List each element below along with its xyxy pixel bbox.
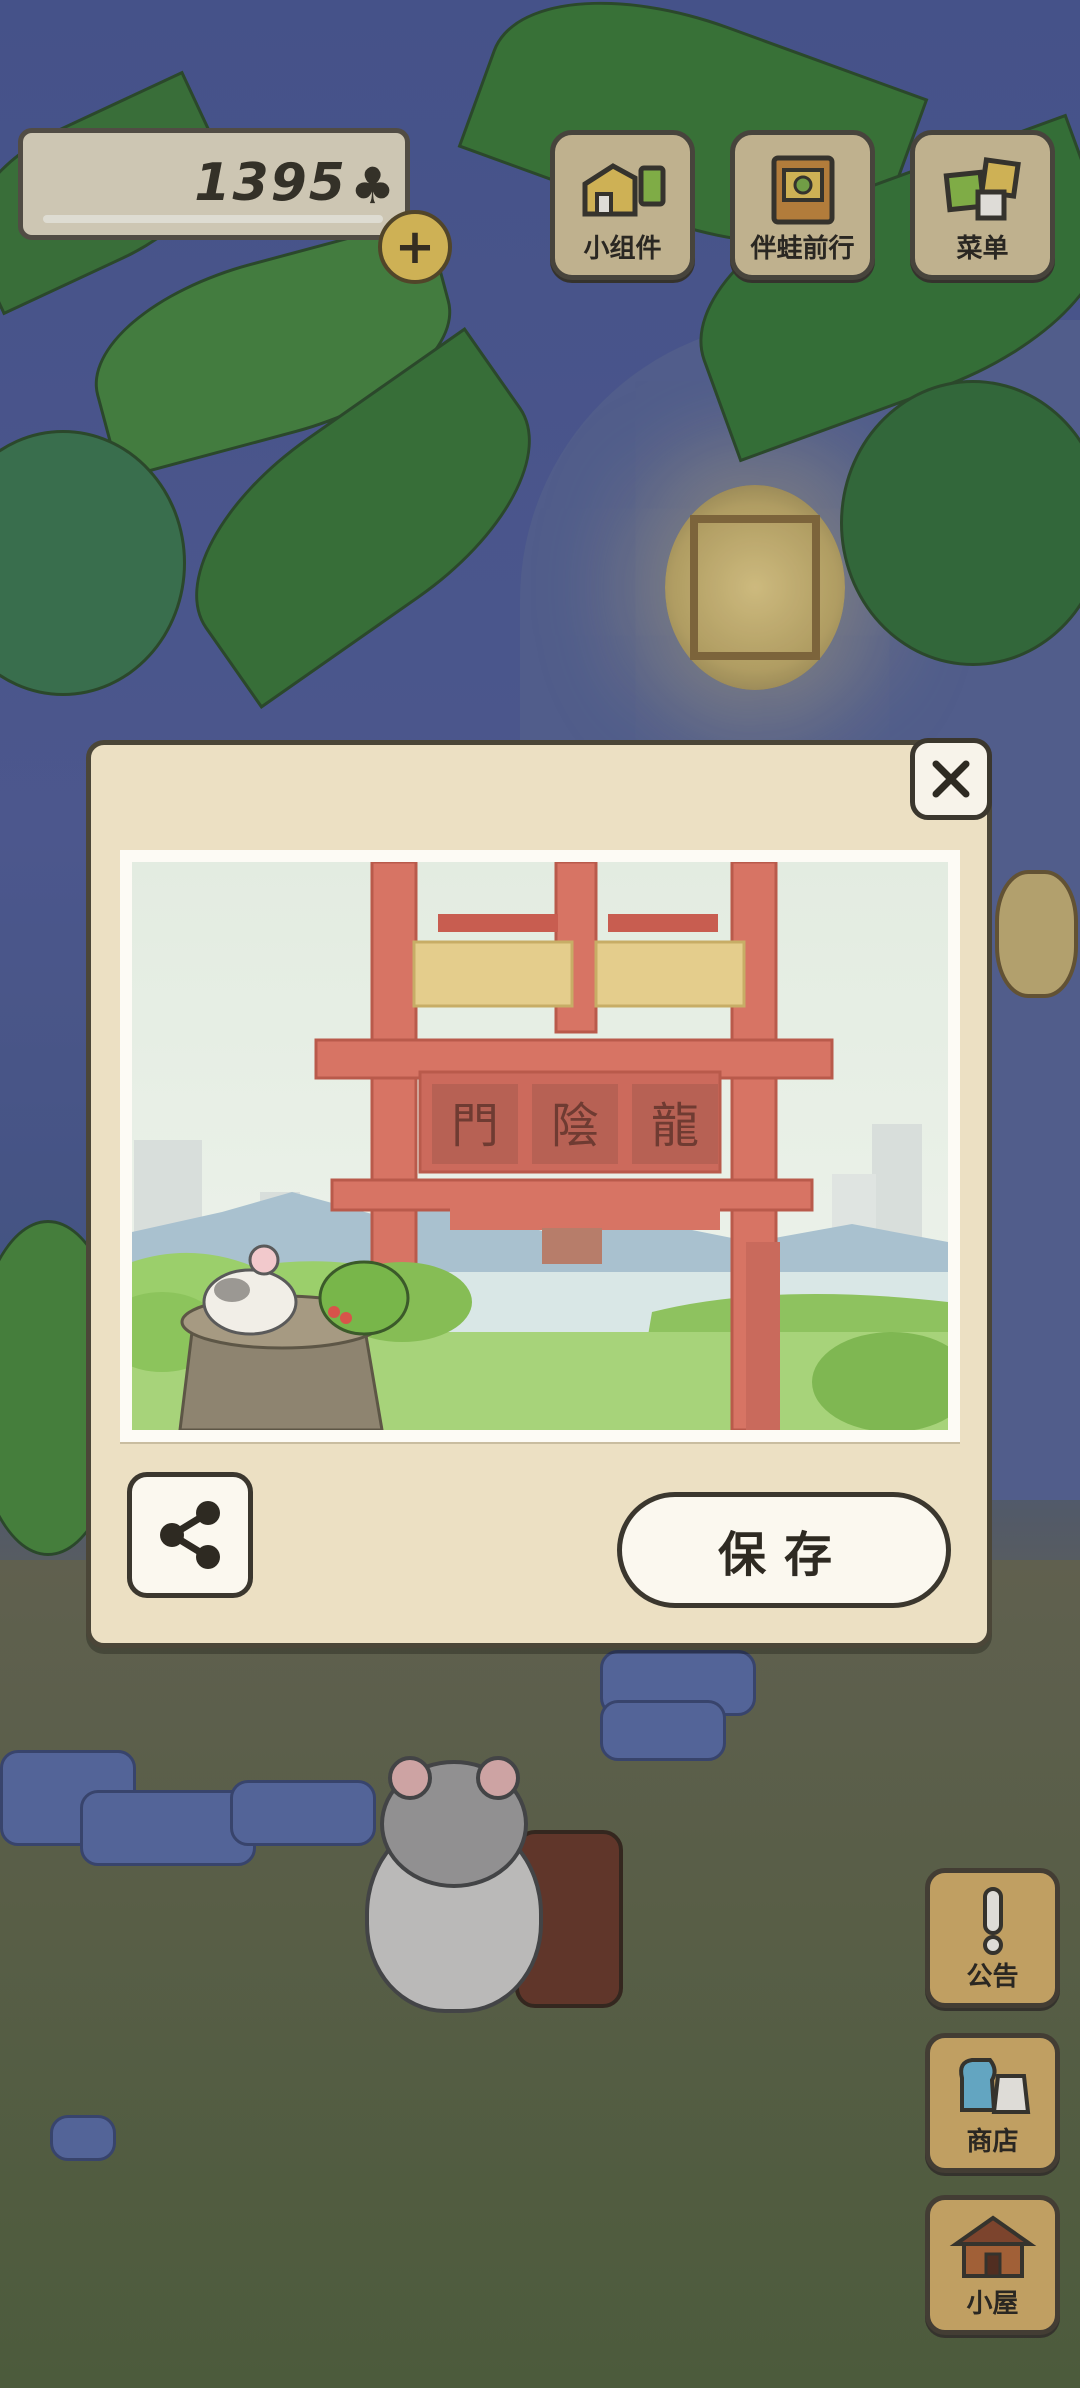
- gate-sign-char: 龍: [651, 1098, 699, 1154]
- save-button[interactable]: 保存: [617, 1492, 951, 1608]
- gate-sign-char: 門: [451, 1098, 499, 1154]
- photo-frame: 門 陰 龍: [120, 850, 960, 1442]
- travel-photo: 門 陰 龍: [132, 862, 948, 1430]
- gate-sign-char: 陰: [551, 1098, 599, 1154]
- close-button[interactable]: [910, 738, 992, 820]
- close-icon: [932, 760, 970, 798]
- share-icon: [160, 1501, 220, 1569]
- share-button[interactable]: [127, 1472, 253, 1598]
